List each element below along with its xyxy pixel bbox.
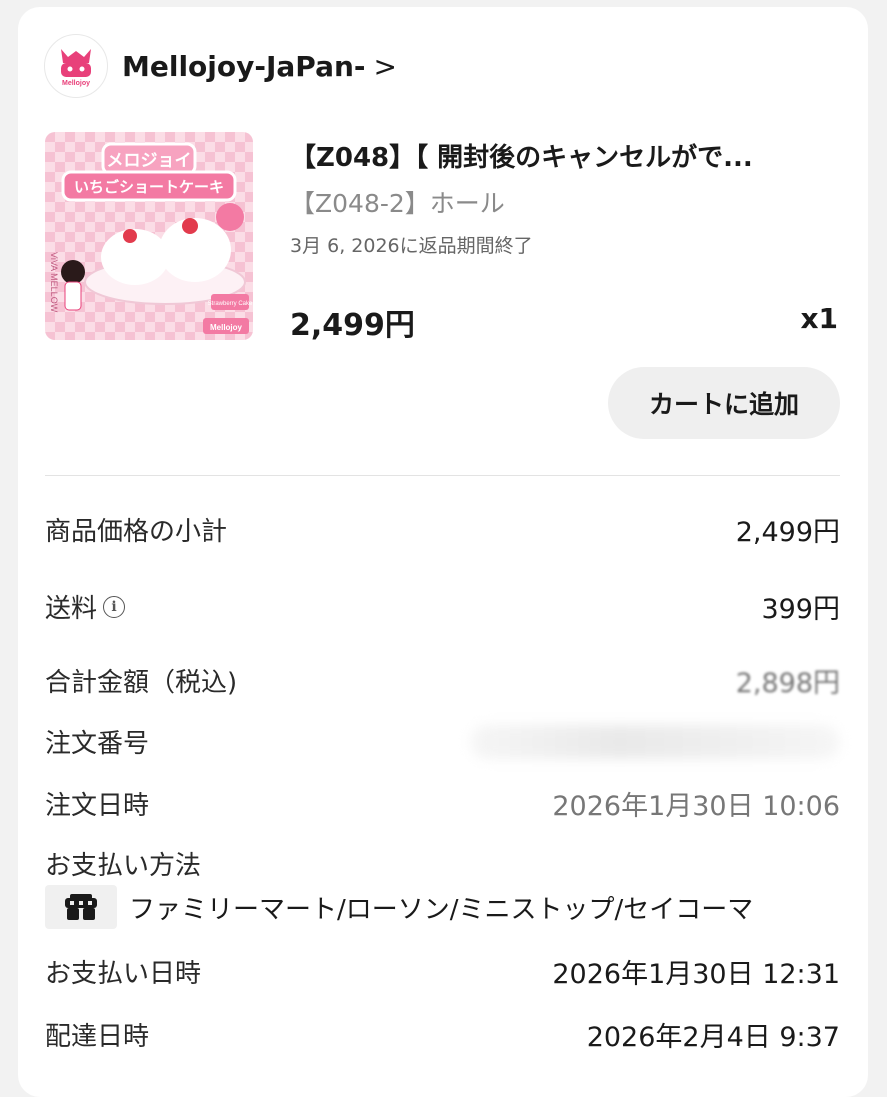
thumbnail-badge: Strawberry Cake: [208, 301, 253, 307]
order-number-label: 注文番号: [45, 729, 150, 759]
subtotal-value: 2,499円: [735, 517, 840, 548]
payment-method-value: ファミリーマート/ローソン/ミニストップ/セイコーマ: [129, 894, 754, 925]
order-number-redacted: [470, 724, 840, 759]
total-label: 合計金額（税込): [45, 668, 238, 698]
product-thumbnail[interactable]: メロジョイ いちごショートケーキ ViVA MELLOW Strawberry …: [45, 132, 253, 340]
order-date-row: 注文日時 2026年1月30日 10:06: [45, 784, 840, 823]
delivery-date-value: 2026年2月4日 9:37: [586, 1022, 840, 1053]
thumbnail-side-text: ViVA MELLOW: [49, 252, 59, 313]
shop-logo-icon: Mellojoy: [61, 49, 91, 87]
subtotal-label: 商品価格の小計: [45, 517, 228, 547]
thumbnail-title-line2: いちごショートケーキ: [74, 178, 224, 196]
payment-date-value: 2026年1月30日 12:31: [552, 959, 840, 990]
chevron-right-icon[interactable]: >: [374, 50, 397, 83]
shipping-label-wrap: 送料 i: [45, 588, 126, 625]
shipping-label: 送料: [45, 594, 98, 624]
product-quantity: x1: [800, 302, 838, 335]
info-icon[interactable]: i: [103, 595, 126, 618]
add-to-cart-button[interactable]: カートに追加: [608, 367, 840, 439]
product-variant: 【Z048-2】ホール: [290, 189, 505, 218]
shop-logo-text: Mellojoy: [62, 80, 90, 87]
payment-method: ファミリーマート/ローソン/ミニストップ/セイコーマ: [45, 885, 753, 929]
delivery-date-label: 配達日時: [45, 1022, 150, 1052]
product-price: 2,499円: [290, 308, 415, 343]
product-image: メロジョイ いちごショートケーキ ViVA MELLOW Strawberry …: [45, 132, 253, 340]
payment-method-label: お支払い方法: [45, 851, 202, 881]
shipping-row: 送料 i 399円: [45, 587, 840, 626]
subtotal-row: 商品価格の小計 2,499円: [45, 510, 840, 549]
order-date-value: 2026年1月30日 10:06: [552, 791, 840, 822]
return-deadline: 3月 6, 2026に返品期間終了: [290, 235, 533, 257]
convenience-store-icon: [45, 885, 117, 929]
total-row: 合計金額（税込) 2,898円: [45, 661, 840, 700]
shop-name[interactable]: Mellojoy-JaPan-: [122, 50, 366, 83]
thumbnail-brand: Mellojoy: [210, 323, 243, 332]
order-number-row: 注文番号: [45, 723, 840, 760]
divider: [45, 475, 840, 476]
shop-avatar[interactable]: Mellojoy: [44, 34, 108, 98]
payment-date-row: お支払い日時 2026年1月30日 12:31: [45, 952, 840, 991]
thumbnail-title-line1: メロジョイ: [107, 151, 192, 171]
delivery-date-row: 配達日時 2026年2月4日 9:37: [45, 1015, 840, 1054]
product-title[interactable]: 【Z048】【 開封後のキャンセルがで...: [290, 137, 840, 174]
payment-date-label: お支払い日時: [45, 959, 202, 989]
order-date-label: 注文日時: [45, 791, 150, 821]
payment-method-row: お支払い方法: [45, 845, 840, 882]
shipping-value: 399円: [761, 594, 840, 625]
order-card: Mellojoy Mellojoy-JaPan- > メロジョイ いちごショート…: [18, 7, 868, 1097]
total-value: 2,898円: [735, 668, 840, 699]
shop-header[interactable]: Mellojoy Mellojoy-JaPan- >: [44, 33, 397, 99]
